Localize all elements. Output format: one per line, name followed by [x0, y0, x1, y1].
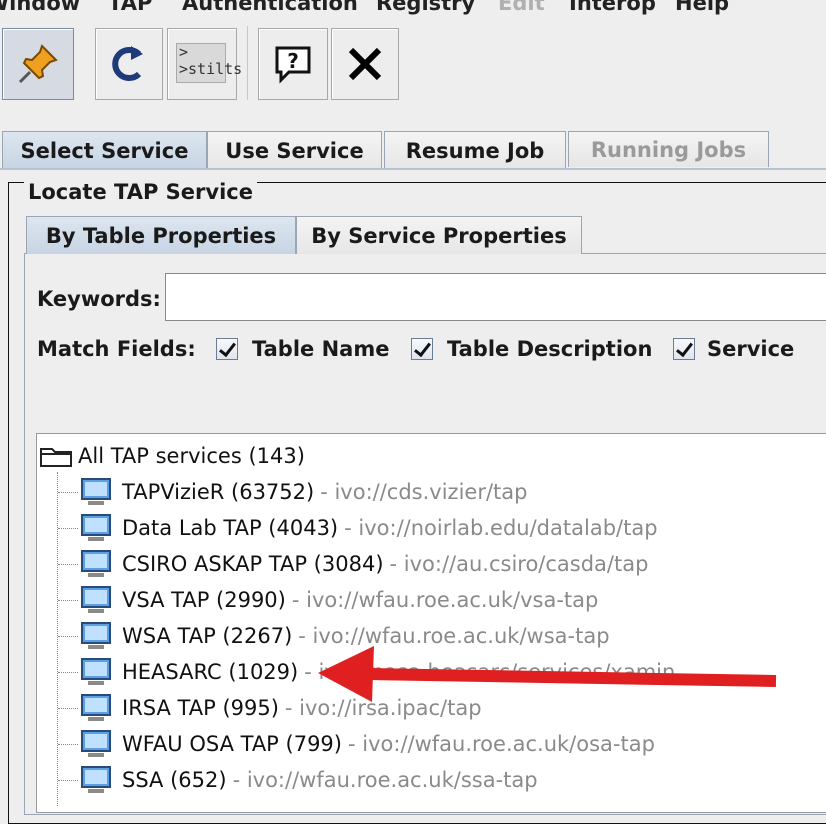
- help-button[interactable]: ?: [258, 28, 328, 100]
- menu-authentication[interactable]: Authentication: [182, 0, 358, 15]
- service-name: SSA (652): [122, 768, 227, 792]
- tree-service-node[interactable]: TAPVizieR (63752) - ivo://cds.vizier/tap: [80, 475, 527, 509]
- tree-service-node[interactable]: WFAU OSA TAP (799) - ivo://wfau.roe.ac.uk…: [80, 727, 655, 761]
- tree-connector: [58, 672, 78, 674]
- service-name: CSIRO ASKAP TAP (3084): [122, 552, 384, 576]
- tree-root[interactable]: All TAP services (143): [40, 439, 305, 473]
- tree-service-node[interactable]: VSA TAP (2990) - ivo://wfau.roe.ac.uk/vsa…: [80, 583, 598, 617]
- tree-connector: [58, 780, 78, 782]
- svg-text:?: ?: [287, 49, 299, 73]
- computer-icon: [81, 730, 111, 757]
- computer-icon: [81, 514, 111, 541]
- keywords-label: Keywords:: [37, 287, 161, 311]
- stilts-button[interactable]: > >stilts: [167, 28, 243, 100]
- tab-underline: [0, 168, 826, 170]
- service-name: VSA TAP (2990): [122, 588, 286, 612]
- help-icon: ?: [275, 46, 311, 84]
- computer-icon: [81, 766, 111, 793]
- close-button[interactable]: [331, 28, 399, 100]
- subtab-table-properties[interactable]: By Table Properties: [26, 216, 296, 254]
- service-name: HEASARC (1029): [122, 660, 299, 684]
- panel-title: Locate TAP Service: [24, 180, 257, 204]
- service-name: Data Lab TAP (4043): [122, 516, 339, 540]
- reload-icon: [112, 46, 143, 81]
- service-ivo-id: - ivo://cds.vizier/tap: [320, 480, 528, 504]
- menu-interop[interactable]: Interop: [569, 0, 656, 15]
- computer-icon: [81, 658, 111, 685]
- tree-connector: [58, 708, 78, 710]
- tree-connector: [58, 600, 78, 602]
- keywords-input[interactable]: [165, 273, 826, 321]
- tab-running-jobs: Running Jobs: [568, 131, 769, 167]
- service-ivo-id: - ivo://irsa.ipac/tap: [284, 696, 482, 720]
- menu-registry[interactable]: Registry: [376, 0, 475, 15]
- tree-connector: [58, 492, 78, 494]
- match-fields-label: Match Fields:: [37, 337, 196, 361]
- computer-icon: [81, 478, 111, 505]
- tree-connector: [57, 472, 59, 806]
- tree-service-node[interactable]: CSIRO ASKAP TAP (3084) - ivo://au.csiro/c…: [80, 547, 648, 581]
- table-description-checkbox[interactable]: [411, 338, 433, 360]
- tree-connector: [58, 528, 78, 530]
- stilts-prompt: >: [179, 43, 189, 61]
- tab-resume-job[interactable]: Resume Job: [384, 131, 566, 169]
- computer-icon: [81, 550, 111, 577]
- menu-help[interactable]: Help: [675, 0, 729, 15]
- table-description-label: Table Description: [447, 337, 653, 361]
- stilts-icon: > >stilts: [176, 43, 243, 83]
- tree-connector: [58, 564, 78, 566]
- tab-use-service[interactable]: Use Service: [207, 131, 382, 169]
- computer-icon: [81, 586, 111, 613]
- menu-window[interactable]: Window: [0, 0, 80, 15]
- service-name: WFAU OSA TAP (799): [122, 732, 342, 756]
- tree-root-label: All TAP services (143): [78, 444, 305, 468]
- subtab-service-properties[interactable]: By Service Properties: [296, 216, 582, 254]
- service-checkbox[interactable]: [673, 338, 695, 360]
- pin-icon: [18, 44, 58, 84]
- service-name: TAPVizieR (63752): [122, 480, 315, 504]
- service-ivo-id: - ivo://au.csiro/casda/tap: [389, 552, 649, 576]
- service-ivo-id: - ivo://noirlab.edu/datalab/tap: [344, 516, 658, 540]
- service-ivo-id: - ivo://wfau.roe.ac.uk/ssa-tap: [232, 768, 538, 792]
- tree-connector: [58, 744, 78, 746]
- tab-select-service[interactable]: Select Service: [2, 131, 207, 169]
- service-name: IRSA TAP (995): [122, 696, 279, 720]
- pin-button[interactable]: [2, 28, 74, 100]
- tree-service-node[interactable]: SSA (652) - ivo://wfau.roe.ac.uk/ssa-tap: [80, 763, 538, 797]
- service-name: WSA TAP (2267): [122, 624, 293, 648]
- tree-service-node[interactable]: Data Lab TAP (4043) - ivo://noirlab.edu/d…: [80, 511, 658, 545]
- service-label: Service: [707, 337, 795, 361]
- close-icon: [348, 47, 382, 81]
- service-ivo-id: - ivo://wfau.roe.ac.uk/osa-tap: [348, 732, 655, 756]
- table-name-checkbox[interactable]: [216, 338, 238, 360]
- service-ivo-id: - ivo://nasa.heasarc/services/xamin: [304, 660, 676, 684]
- computer-icon: [81, 694, 111, 721]
- menu-tap[interactable]: TAP: [108, 0, 152, 15]
- menu-edit: Edit: [498, 0, 545, 15]
- service-ivo-id: - ivo://wfau.roe.ac.uk/wsa-tap: [298, 624, 610, 648]
- table-name-label: Table Name: [252, 337, 390, 361]
- tree-service-node[interactable]: WSA TAP (2267) - ivo://wfau.roe.ac.uk/wsa…: [80, 619, 610, 653]
- menu-bar: Window TAP Authentication Registry Edit …: [0, 0, 826, 15]
- tree-service-node[interactable]: HEASARC (1029) - ivo://nasa.heasarc/servi…: [80, 655, 675, 689]
- tree-service-node[interactable]: IRSA TAP (995) - ivo://irsa.ipac/tap: [80, 691, 482, 725]
- tree-connector: [58, 636, 78, 638]
- folder-icon: [40, 448, 72, 467]
- toolbar-separator: [247, 26, 248, 100]
- reload-button[interactable]: [95, 28, 163, 100]
- service-ivo-id: - ivo://wfau.roe.ac.uk/vsa-tap: [291, 588, 599, 612]
- stilts-label: >stilts: [179, 60, 243, 78]
- computer-icon: [81, 622, 111, 649]
